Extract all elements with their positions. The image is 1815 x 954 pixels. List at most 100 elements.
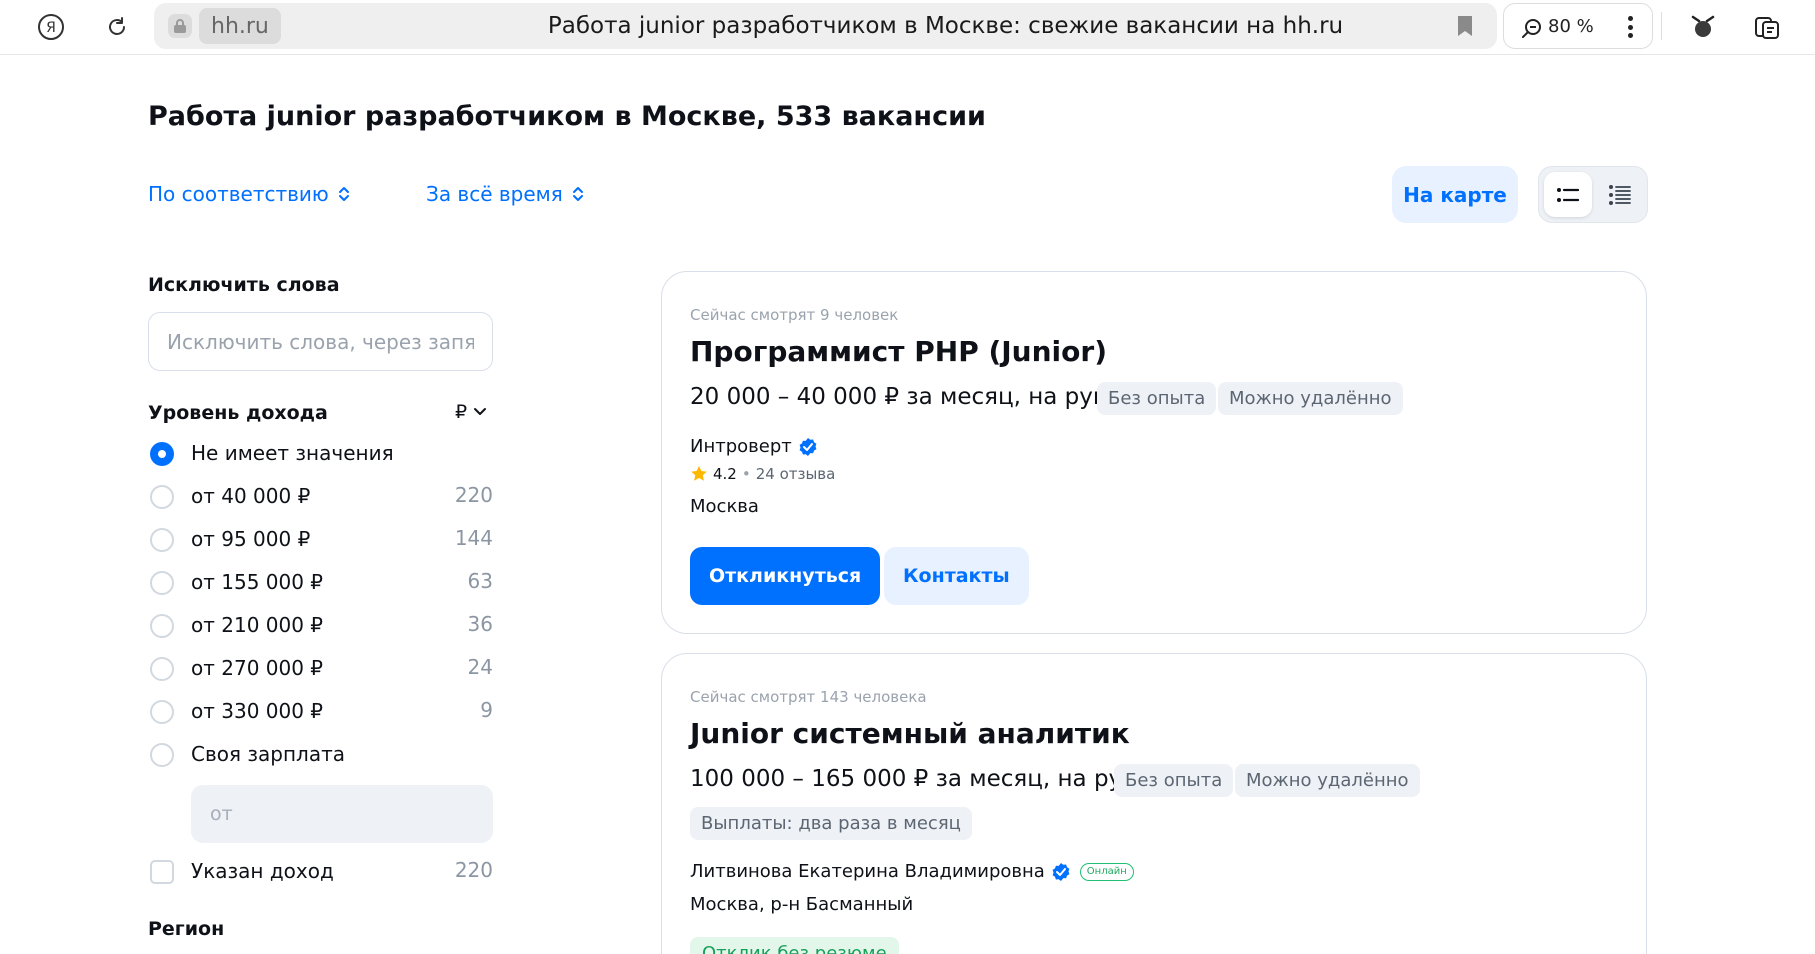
page-heading: Работа junior разработчиком в Москве, 53…: [148, 101, 986, 132]
verified-icon: [1052, 862, 1070, 881]
vacancy-card[interactable]: Сейчас смотрят 9 человек Программист PHP…: [661, 271, 1647, 634]
income-option-label: от 270 000 ₽: [191, 656, 324, 680]
income-option-330000[interactable]: от 330 000 ₽ 9: [148, 693, 493, 729]
contacts-button[interactable]: Контакты: [884, 547, 1029, 605]
vacancy-salary: 20 000 – 40 000 ₽ за месяц, на руки: [690, 384, 1122, 410]
income-option-count: 63: [467, 569, 493, 593]
currency-dropdown[interactable]: ₽: [455, 401, 487, 423]
vacancy-city: Москва: [690, 496, 759, 517]
vacancy-city: Москва, р-н Басманный: [690, 894, 914, 915]
detailed-list-view-button[interactable]: [1596, 172, 1644, 217]
address-bar[interactable]: hh.ru Работа junior разработчиком в Моск…: [154, 3, 1497, 49]
separator-dot: •: [741, 465, 751, 483]
no-resume-tag: Отклик без резюме: [690, 937, 899, 954]
radio-button[interactable]: [150, 700, 174, 724]
income-option-count: 24: [467, 655, 493, 679]
reload-icon[interactable]: [99, 9, 135, 45]
yandex-logo-icon[interactable]: Я: [33, 9, 69, 45]
apply-button[interactable]: Откликнуться: [690, 547, 881, 605]
vacancy-title[interactable]: Junior системный аналитик: [690, 717, 1130, 750]
exclude-words-title: Исключить слова: [148, 274, 340, 296]
compact-list-view-button[interactable]: [1544, 172, 1592, 217]
income-option-155000[interactable]: от 155 000 ₽ 63: [148, 564, 493, 600]
radio-button[interactable]: [150, 528, 174, 552]
extension-icon[interactable]: [1685, 9, 1721, 45]
income-option-any[interactable]: Не имеет значения: [148, 435, 493, 471]
income-option-label: от 330 000 ₽: [191, 699, 324, 723]
vacancy-salary: 100 000 – 165 000 ₽ за месяц, на руки: [690, 766, 1151, 792]
vacancy-title[interactable]: Программист PHP (Junior): [690, 335, 1107, 368]
reviews-count: 24 отзыва: [755, 465, 836, 483]
income-option-210000[interactable]: от 210 000 ₽ 36: [148, 607, 493, 643]
currency-label: ₽: [455, 401, 468, 423]
radio-button[interactable]: [150, 657, 174, 681]
income-option-label: от 210 000 ₽: [191, 613, 324, 637]
experience-tag: Без опыта: [1114, 764, 1234, 797]
radio-button[interactable]: [150, 743, 174, 767]
toolbar-divider: [1661, 12, 1662, 40]
custom-salary-input[interactable]: [191, 785, 493, 843]
experience-tag: Без опыта: [1097, 382, 1217, 415]
company-label: Интроверт: [690, 436, 792, 457]
period-label: За всё время: [426, 182, 563, 206]
income-option-label: Не имеет значения: [191, 441, 394, 465]
radio-button[interactable]: [150, 485, 174, 509]
company-name[interactable]: Интроверт: [690, 436, 818, 457]
watching-count: Сейчас смотрят 143 человека: [690, 688, 927, 706]
more-menu-icon[interactable]: [1620, 12, 1640, 42]
radio-button[interactable]: [150, 571, 174, 595]
company-rating[interactable]: 4.2 • 24 отзыва: [690, 465, 835, 483]
income-option-label: от 40 000 ₽: [191, 484, 311, 508]
company-name[interactable]: Литвинова Екатерина Владимировна Онлайн: [690, 861, 1134, 882]
watching-count: Сейчас смотрят 9 человек: [690, 306, 899, 324]
radio-button-selected[interactable]: [150, 442, 174, 466]
domain-label[interactable]: hh.ru: [199, 8, 281, 44]
sort-label: По соответствию: [148, 182, 329, 206]
income-specified-count: 220: [454, 858, 493, 882]
company-label: Литвинова Екатерина Владимировна: [690, 861, 1045, 882]
lock-icon[interactable]: [168, 14, 192, 38]
remote-tag: Можно удалённо: [1235, 764, 1420, 797]
zoom-level: 80 %: [1548, 16, 1594, 37]
sort-dropdown[interactable]: По соответствию: [148, 182, 351, 206]
svg-text:Я: Я: [46, 20, 56, 36]
income-option-count: 144: [454, 526, 493, 550]
exclude-words-input[interactable]: [148, 312, 493, 371]
sidebar-panel-icon[interactable]: [1749, 9, 1785, 45]
list-icon: [1557, 187, 1579, 202]
chevron-down-icon: [474, 408, 487, 415]
verified-icon: [799, 437, 817, 456]
income-option-count: 36: [467, 612, 493, 636]
income-option-label: Своя зарплата: [191, 742, 345, 766]
income-option-count: 220: [454, 483, 493, 507]
page-title-in-address-bar: Работа junior разработчиком в Москве: св…: [547, 13, 1344, 39]
period-dropdown[interactable]: За всё время: [426, 182, 585, 206]
zoom-icon: [1522, 19, 1541, 38]
radio-button[interactable]: [150, 614, 174, 638]
star-icon: [691, 466, 707, 481]
updown-chevron-icon: [338, 187, 349, 201]
browser-toolbar: Я hh.ru Работа junior разработчиком в Мо…: [0, 0, 1815, 55]
vacancy-card[interactable]: Сейчас смотрят 143 человека Junior систе…: [661, 653, 1647, 954]
checkbox[interactable]: [150, 860, 174, 884]
income-option-label: от 155 000 ₽: [191, 570, 324, 594]
payments-tag: Выплаты: два раза в месяц: [690, 807, 972, 840]
rating-value: 4.2: [713, 465, 737, 483]
income-option-95000[interactable]: от 95 000 ₽ 144: [148, 521, 493, 557]
income-level-title: Уровень дохода: [148, 402, 328, 424]
income-option-40000[interactable]: от 40 000 ₽ 220: [148, 478, 493, 514]
income-option-270000[interactable]: от 270 000 ₽ 24: [148, 650, 493, 686]
map-button[interactable]: На карте: [1392, 166, 1518, 223]
income-specified-filter[interactable]: Указан доход 220: [148, 853, 493, 889]
income-option-label: от 95 000 ₽: [191, 527, 311, 551]
zoom-control[interactable]: 80 %: [1503, 3, 1653, 49]
updown-chevron-icon: [572, 187, 583, 201]
bookmark-icon[interactable]: [1457, 15, 1473, 41]
income-option-count: 9: [480, 698, 493, 722]
remote-tag: Можно удалённо: [1218, 382, 1403, 415]
income-option-custom[interactable]: Своя зарплата: [148, 736, 493, 772]
view-mode-toggle: [1538, 166, 1648, 223]
region-title: Регион: [148, 918, 225, 940]
detailed-list-icon: [1609, 184, 1631, 205]
income-specified-label: Указан доход: [191, 859, 334, 883]
